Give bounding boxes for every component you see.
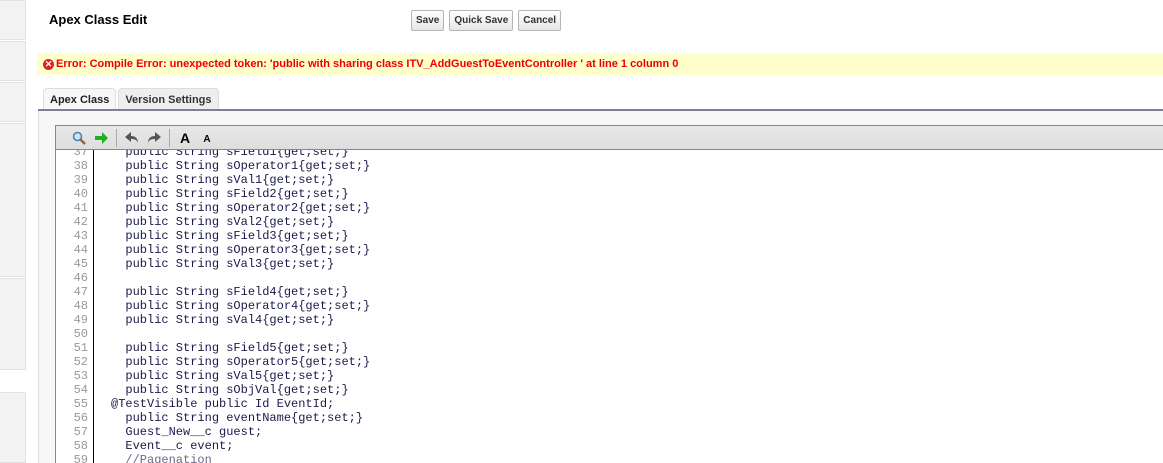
code-line: public String sOperator2{get;set;}: [111, 201, 371, 215]
code-line: //Pagenation: [111, 453, 212, 463]
line-number: 43: [73, 229, 88, 243]
quick-save-button[interactable]: Quick Save: [449, 10, 514, 31]
code-line: public String sField2{get;set;}: [111, 187, 349, 201]
error-icon: ✕: [43, 58, 54, 70]
font-smaller-icon[interactable]: A: [196, 129, 218, 149]
tab-version-settings[interactable]: Version Settings: [118, 88, 219, 110]
code-line: @TestVisible public Id EventId;: [111, 397, 335, 411]
editor-toolbar: A A: [55, 125, 1163, 150]
button-bar: Save Quick Save Cancel: [411, 10, 562, 31]
code-line: public String sField4{get;set;}: [111, 285, 349, 299]
code-line: public String eventName{get;set;}: [111, 411, 364, 425]
code-line: Guest_New__c guest;: [111, 425, 263, 439]
line-number: 56: [73, 411, 88, 425]
line-number: 42: [73, 215, 88, 229]
sidebar-panel[interactable]: [0, 41, 26, 81]
line-number: 53: [73, 369, 88, 383]
line-number: 51: [73, 341, 88, 355]
cancel-button[interactable]: Cancel: [518, 10, 562, 31]
code-line: public String sVal5{get;set;}: [111, 369, 335, 383]
tab-apex-class[interactable]: Apex Class: [43, 88, 117, 110]
code-line: public String sObjVal{get;set;}: [111, 383, 349, 397]
code-line: public String sVal3{get;set;}: [111, 257, 335, 271]
line-number: 45: [73, 257, 88, 271]
error-banner: ✕ Error: Compile Error: unexpected token…: [38, 53, 1163, 75]
code-line: public String sOperator3{get;set;}: [111, 243, 371, 257]
code-editor[interactable]: 37 public String sField1{get;set;} 38 pub…: [55, 150, 1163, 463]
line-number: 57: [73, 425, 88, 439]
code-line: public String sField3{get;set;}: [111, 229, 349, 243]
redo-icon[interactable]: [143, 128, 165, 148]
line-number: 59: [73, 453, 88, 463]
sidebar-panel[interactable]: [0, 392, 26, 463]
left-sidebar: [0, 0, 27, 463]
code-line: public String sVal1{get;set;}: [111, 173, 335, 187]
sidebar-panel[interactable]: [0, 123, 26, 277]
search-icon[interactable]: [68, 128, 90, 148]
sidebar-panel[interactable]: [0, 82, 26, 122]
code-line: public String sField5{get;set;}: [111, 341, 349, 355]
line-number: 40: [73, 187, 88, 201]
line-number: 54: [73, 383, 88, 397]
toolbar-separator: [116, 128, 117, 147]
sidebar-panel[interactable]: [0, 278, 26, 370]
line-number: 50: [73, 327, 88, 341]
error-message: Error: Compile Error: unexpected token: …: [56, 58, 679, 70]
tab-bar: Apex Class Version Settings: [43, 88, 219, 110]
line-number: 58: [73, 439, 88, 453]
page-title: Apex Class Edit: [49, 12, 148, 27]
toolbar-separator: [169, 128, 170, 147]
line-number: 52: [73, 355, 88, 369]
font-larger-icon[interactable]: A: [174, 128, 196, 148]
code-line: public String sOperator4{get;set;}: [111, 299, 371, 313]
sidebar-panel[interactable]: [0, 0, 26, 40]
line-number: 44: [73, 243, 88, 257]
go-to-line-icon[interactable]: [90, 128, 112, 148]
line-number: 37: [73, 150, 88, 159]
line-number: 47: [73, 285, 88, 299]
line-number: 46: [73, 271, 88, 285]
line-number: 49: [73, 313, 88, 327]
line-number: 55: [73, 397, 88, 411]
code-line: public String sOperator5{get;set;}: [111, 355, 371, 369]
code-line: public String sVal4{get;set;}: [111, 313, 335, 327]
line-number: 41: [73, 201, 88, 215]
code-line: public String sVal2{get;set;}: [111, 215, 335, 229]
code-line: Event__c event;: [111, 439, 234, 453]
save-button[interactable]: Save: [411, 10, 445, 31]
line-number: 39: [73, 173, 88, 187]
code-line: public String sField1{get;set;}: [111, 150, 349, 159]
undo-icon[interactable]: [121, 128, 143, 148]
line-number: 38: [73, 159, 88, 173]
code-line: public String sOperator1{get;set;}: [111, 159, 371, 173]
line-number: 48: [73, 299, 88, 313]
